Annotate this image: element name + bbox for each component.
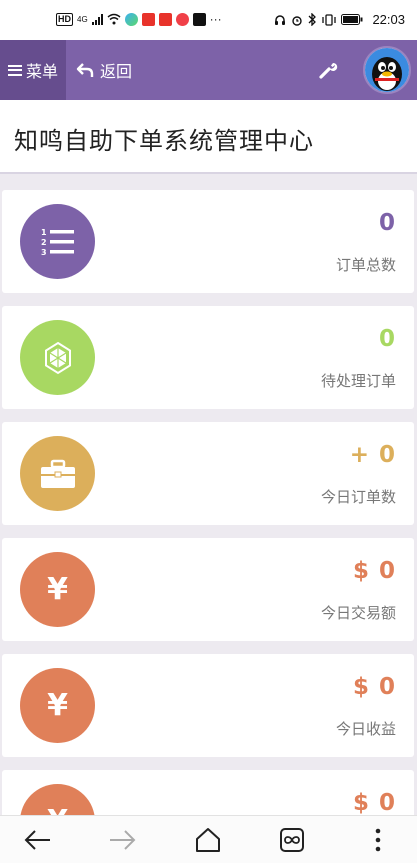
stat-value: $ 0 [352,674,396,700]
stat-card-today-volume[interactable]: ¥ $ 0 今日交易额 [2,538,414,641]
stat-card-total-orders[interactable]: 1 2 3 0 订单总数 [2,190,414,293]
app-notification-icon [175,12,189,26]
title-bar: 知鸣自助下单系统管理中心 [0,100,417,174]
app-notification-icon [141,12,155,26]
stat-card-pending-orders[interactable]: 0 待处理订单 [2,306,414,409]
wifi-icon [107,13,121,25]
menu-button[interactable]: 菜单 [0,40,66,100]
home-nav-button[interactable] [180,816,236,863]
forward-nav-button[interactable] [94,816,150,863]
penguin-avatar-icon [365,48,409,92]
arrow-left-icon [24,830,50,850]
stat-label: 今日交易额 [320,604,396,622]
stat-card-today-earnings[interactable]: ¥ $ 0 今日收益 [2,654,414,757]
clock: 22:03 [372,12,405,27]
wrench-icon[interactable] [316,58,340,82]
icon-circle: ¥ [20,668,95,743]
vibrate-icon [322,13,337,26]
avatar[interactable] [363,46,411,94]
stat-value: 0 [378,210,396,236]
battery-icon [341,14,363,25]
browser-bottom-nav [0,815,417,863]
stat-label: 今日收益 [335,720,396,738]
stat-label: 待处理订单 [320,372,396,390]
icon-circle [20,436,95,511]
app-notification-icon [124,12,138,26]
hamburger-icon [7,64,22,76]
page-title: 知鸣自助下单系统管理中心 [14,127,314,155]
yen-icon: ¥ [47,688,68,723]
back-button[interactable]: 返回 [76,40,132,100]
hd-icon: HD [56,12,73,26]
back-nav-button[interactable] [10,816,66,863]
stat-value: $ 0 [352,558,396,584]
stat-value: + 0 [349,442,396,468]
yen-icon: ¥ [47,572,68,607]
numbered-list-icon: 1 2 3 [41,228,74,257]
more-vertical-icon [375,828,381,852]
stat-card-today-orders[interactable]: + 0 今日订单数 [2,422,414,525]
arrow-right-icon [110,830,136,850]
reply-arrow-icon [76,63,94,77]
headphones-icon [275,14,286,25]
briefcase-icon [40,459,75,488]
tabs-infinity-icon [280,828,304,852]
svg-text:3: 3 [41,248,47,257]
icon-circle: 1 2 3 [20,204,95,279]
top-nav-bar: 菜单 返回 [0,40,417,100]
svg-text:1: 1 [41,228,47,237]
snowflake-icon [44,341,71,374]
icon-circle: ¥ [20,552,95,627]
menu-label: 菜单 [25,62,58,81]
network-type: 4G [77,14,88,24]
app-notification-icon [158,12,172,26]
stat-value: $ 0 [352,790,396,816]
back-label: 返回 [100,62,133,81]
more-notifications-icon: ··· [209,12,222,26]
signal-icon [91,13,103,25]
icon-circle [20,320,95,395]
status-bar: HD 4G ··· 22:03 [0,0,417,40]
stat-label: 订单总数 [335,256,396,274]
svg-text:2: 2 [41,238,47,247]
more-options-button[interactable] [350,816,406,863]
tiktok-icon [192,12,206,26]
alarm-icon [292,15,303,26]
home-icon [196,828,220,852]
bluetooth-icon [308,13,317,26]
tabs-nav-button[interactable] [264,816,320,863]
stat-label: 今日订单数 [320,488,396,506]
stat-value: 0 [378,326,396,352]
